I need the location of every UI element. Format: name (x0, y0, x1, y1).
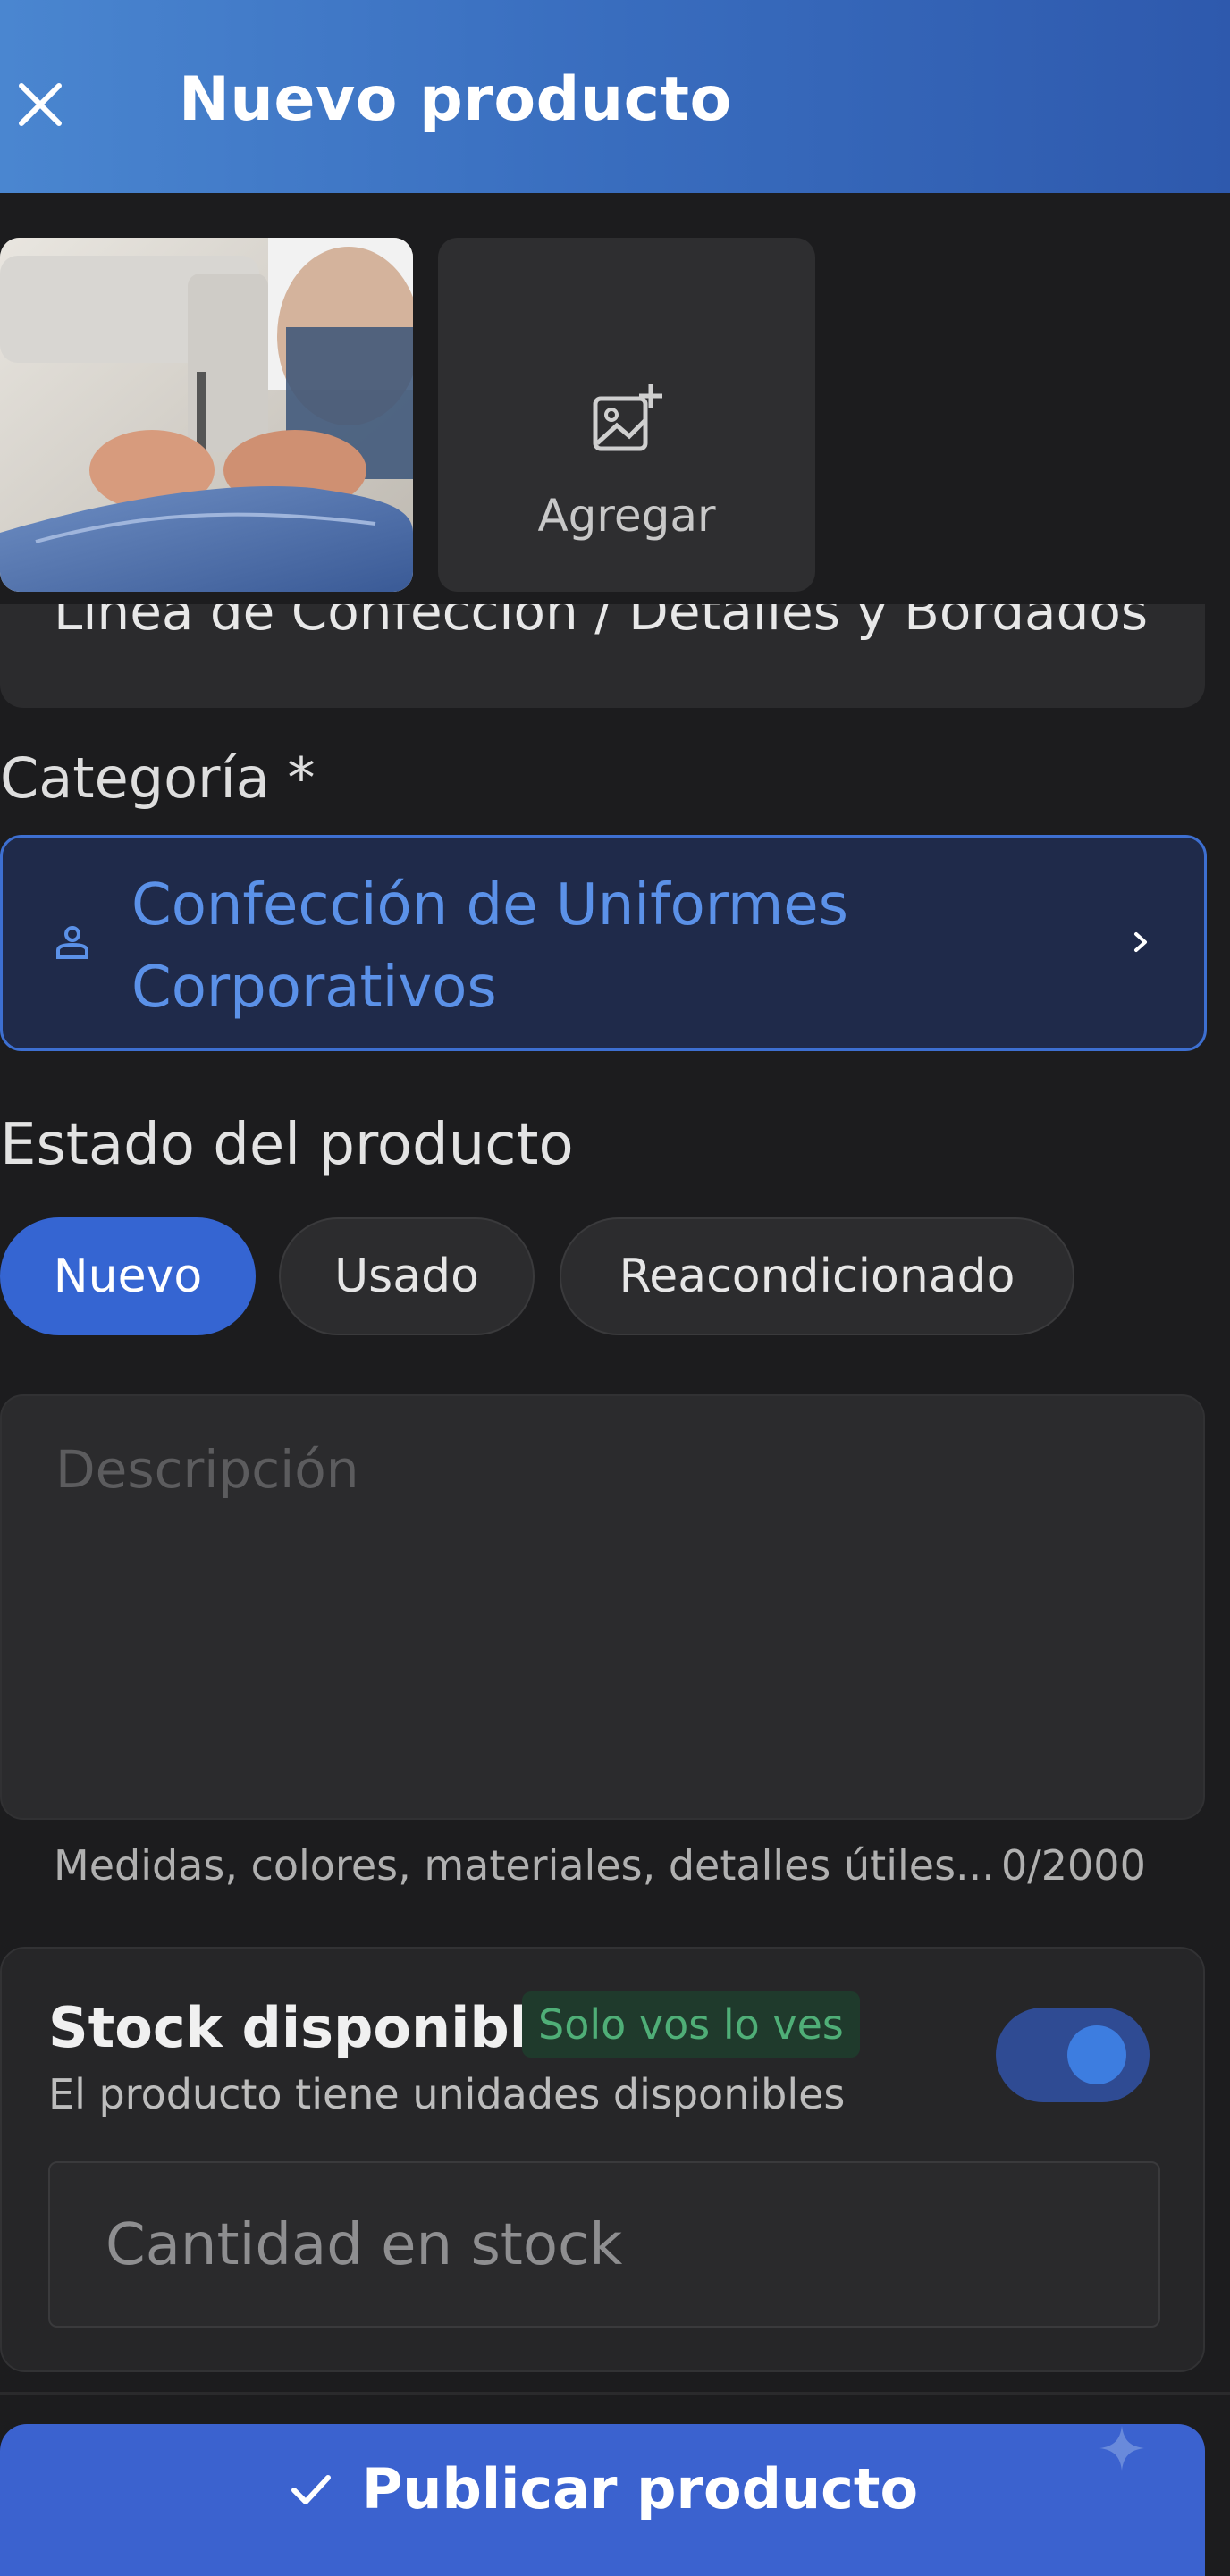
stock-quantity-input[interactable] (104, 2163, 1135, 2328)
description-hint: Medidas, colores, materiales, detalles ú… (54, 1841, 995, 1890)
check-icon (291, 2474, 331, 2504)
category-label: Categoría * (0, 745, 316, 811)
sewing-photo-image (0, 238, 413, 592)
publish-button-content: Publicar producto (0, 2456, 1205, 2521)
stock-toggle[interactable] (996, 2008, 1150, 2102)
product-photo-thumbnail[interactable] (0, 238, 413, 592)
stock-subtitle: El producto tiene unidades disponibles (48, 2070, 846, 2118)
close-icon (19, 83, 62, 126)
publish-button[interactable]: Publicar producto (0, 2424, 1205, 2576)
sewing-user-icon (56, 926, 88, 959)
stock-title: Stock disponible (48, 1995, 567, 2060)
add-photo-label: Agregar (537, 490, 716, 542)
state-chip-reacondicionado[interactable]: Reacondicionado (560, 1217, 1074, 1335)
add-photo-button[interactable]: Agregar (438, 238, 815, 592)
state-chip-nuevo[interactable]: Nuevo (0, 1217, 256, 1335)
description-textarea[interactable]: Descripción (0, 1394, 1205, 1820)
chevron-right-icon (1134, 932, 1147, 952)
state-chip-usado[interactable]: Usado (279, 1217, 535, 1335)
stock-card: Stock disponible Solo vos lo ves El prod… (0, 1947, 1205, 2372)
sparkle-icon (1099, 2426, 1144, 2471)
product-state-label: Estado del producto (0, 1112, 574, 1178)
toggle-knob (1067, 2025, 1126, 2084)
stock-quantity-field[interactable] (48, 2161, 1160, 2328)
publish-button-label: Publicar producto (361, 2456, 919, 2521)
description-char-count: 0/2000 (1001, 1841, 1146, 1890)
app-header: Nuevo producto (0, 0, 1230, 193)
add-photo-icon (593, 384, 662, 451)
category-value: Confección de Uniformes Corporativos (131, 872, 848, 1021)
private-badge: Solo vos lo ves (522, 1991, 860, 2058)
page-title: Nuevo producto (179, 64, 732, 135)
category-selector[interactable]: Confección de Uniformes Corporativos (0, 835, 1207, 1051)
close-button[interactable] (13, 77, 68, 132)
description-placeholder: Descripción (55, 1439, 359, 1500)
photo-row: Agregar (0, 193, 1230, 604)
bottom-divider (0, 2392, 1230, 2395)
